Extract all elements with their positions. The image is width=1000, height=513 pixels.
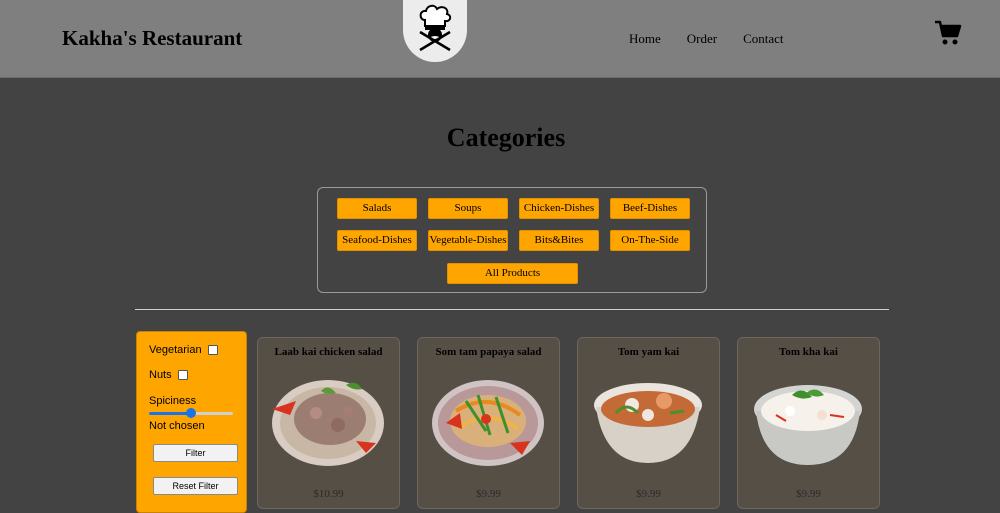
product-card[interactable]: Som tam papaya salad $9.99 — [417, 337, 560, 509]
tom-kha-image — [754, 385, 862, 465]
spiciness-row: Spiciness — [149, 395, 196, 407]
category-on-the-side-button[interactable]: On-The-Side — [610, 230, 690, 251]
vegetarian-checkbox[interactable] — [207, 345, 218, 355]
slider-fill — [149, 412, 191, 415]
filter-button[interactable]: Filter — [153, 444, 238, 462]
product-price: $9.99 — [636, 488, 661, 500]
product-name: Tom kha kai — [779, 346, 838, 358]
product-name: Laab kai chicken salad — [274, 346, 383, 358]
nuts-checkbox[interactable] — [177, 370, 188, 380]
vegetarian-row: Vegetarian — [149, 344, 218, 356]
product-price: $9.99 — [796, 488, 821, 500]
site-header: Kakha's Restaurant Home Order Contact — [0, 0, 1000, 78]
category-soups-button[interactable]: Soups — [428, 198, 508, 219]
categories-panel: Salads Soups Chicken-Dishes Beef-Dishes … — [317, 187, 707, 293]
brand-name: Kakha's Restaurant — [62, 26, 243, 50]
spiciness-label: Spiciness — [149, 395, 197, 407]
tom-yam-image — [594, 383, 702, 463]
category-vegetable-dishes-button[interactable]: Vegetable-Dishes — [428, 230, 508, 251]
som-tam-image — [432, 380, 544, 466]
nav-order[interactable]: Order — [687, 31, 717, 47]
slider-thumb[interactable] — [186, 408, 196, 418]
laab-salad-image — [272, 380, 384, 466]
chef-logo-icon[interactable] — [403, 0, 467, 62]
cart-icon[interactable] — [934, 20, 962, 46]
vegetarian-label: Vegetarian — [149, 344, 202, 356]
category-seafood-dishes-button[interactable]: Seafood-Dishes — [337, 230, 417, 251]
nuts-row: Nuts — [149, 369, 188, 381]
spiciness-status: Not chosen — [149, 420, 205, 432]
category-salads-button[interactable]: Salads — [337, 198, 417, 219]
section-divider — [135, 309, 889, 310]
nav-home[interactable]: Home — [629, 31, 661, 47]
page-title: Categories — [446, 123, 566, 152]
nuts-label: Nuts — [149, 369, 172, 381]
product-name: Som tam papaya salad — [435, 346, 542, 358]
category-all-products-button[interactable]: All Products — [447, 263, 578, 284]
main-nav: Home Order Contact — [629, 31, 784, 47]
product-price: $9.99 — [476, 488, 501, 500]
filter-panel: Vegetarian Nuts Spiciness Not chosen Fil… — [136, 331, 247, 513]
category-beef-dishes-button[interactable]: Beef-Dishes — [610, 198, 690, 219]
nav-contact[interactable]: Contact — [743, 31, 783, 47]
spiciness-status-row: Not chosen — [149, 420, 205, 432]
spiciness-slider[interactable] — [149, 408, 233, 418]
product-card[interactable]: Tom kha kai $9.99 — [737, 337, 880, 509]
reset-filter-button[interactable]: Reset Filter — [153, 477, 238, 495]
category-bits-bites-button[interactable]: Bits&Bites — [519, 230, 599, 251]
product-card[interactable]: Laab kai chicken salad $10.99 — [257, 337, 400, 509]
product-price: $10.99 — [313, 488, 344, 500]
product-card[interactable]: Tom yam kai $9.99 — [577, 337, 720, 509]
category-chicken-dishes-button[interactable]: Chicken-Dishes — [519, 198, 599, 219]
product-name: Tom yam kai — [617, 346, 680, 358]
